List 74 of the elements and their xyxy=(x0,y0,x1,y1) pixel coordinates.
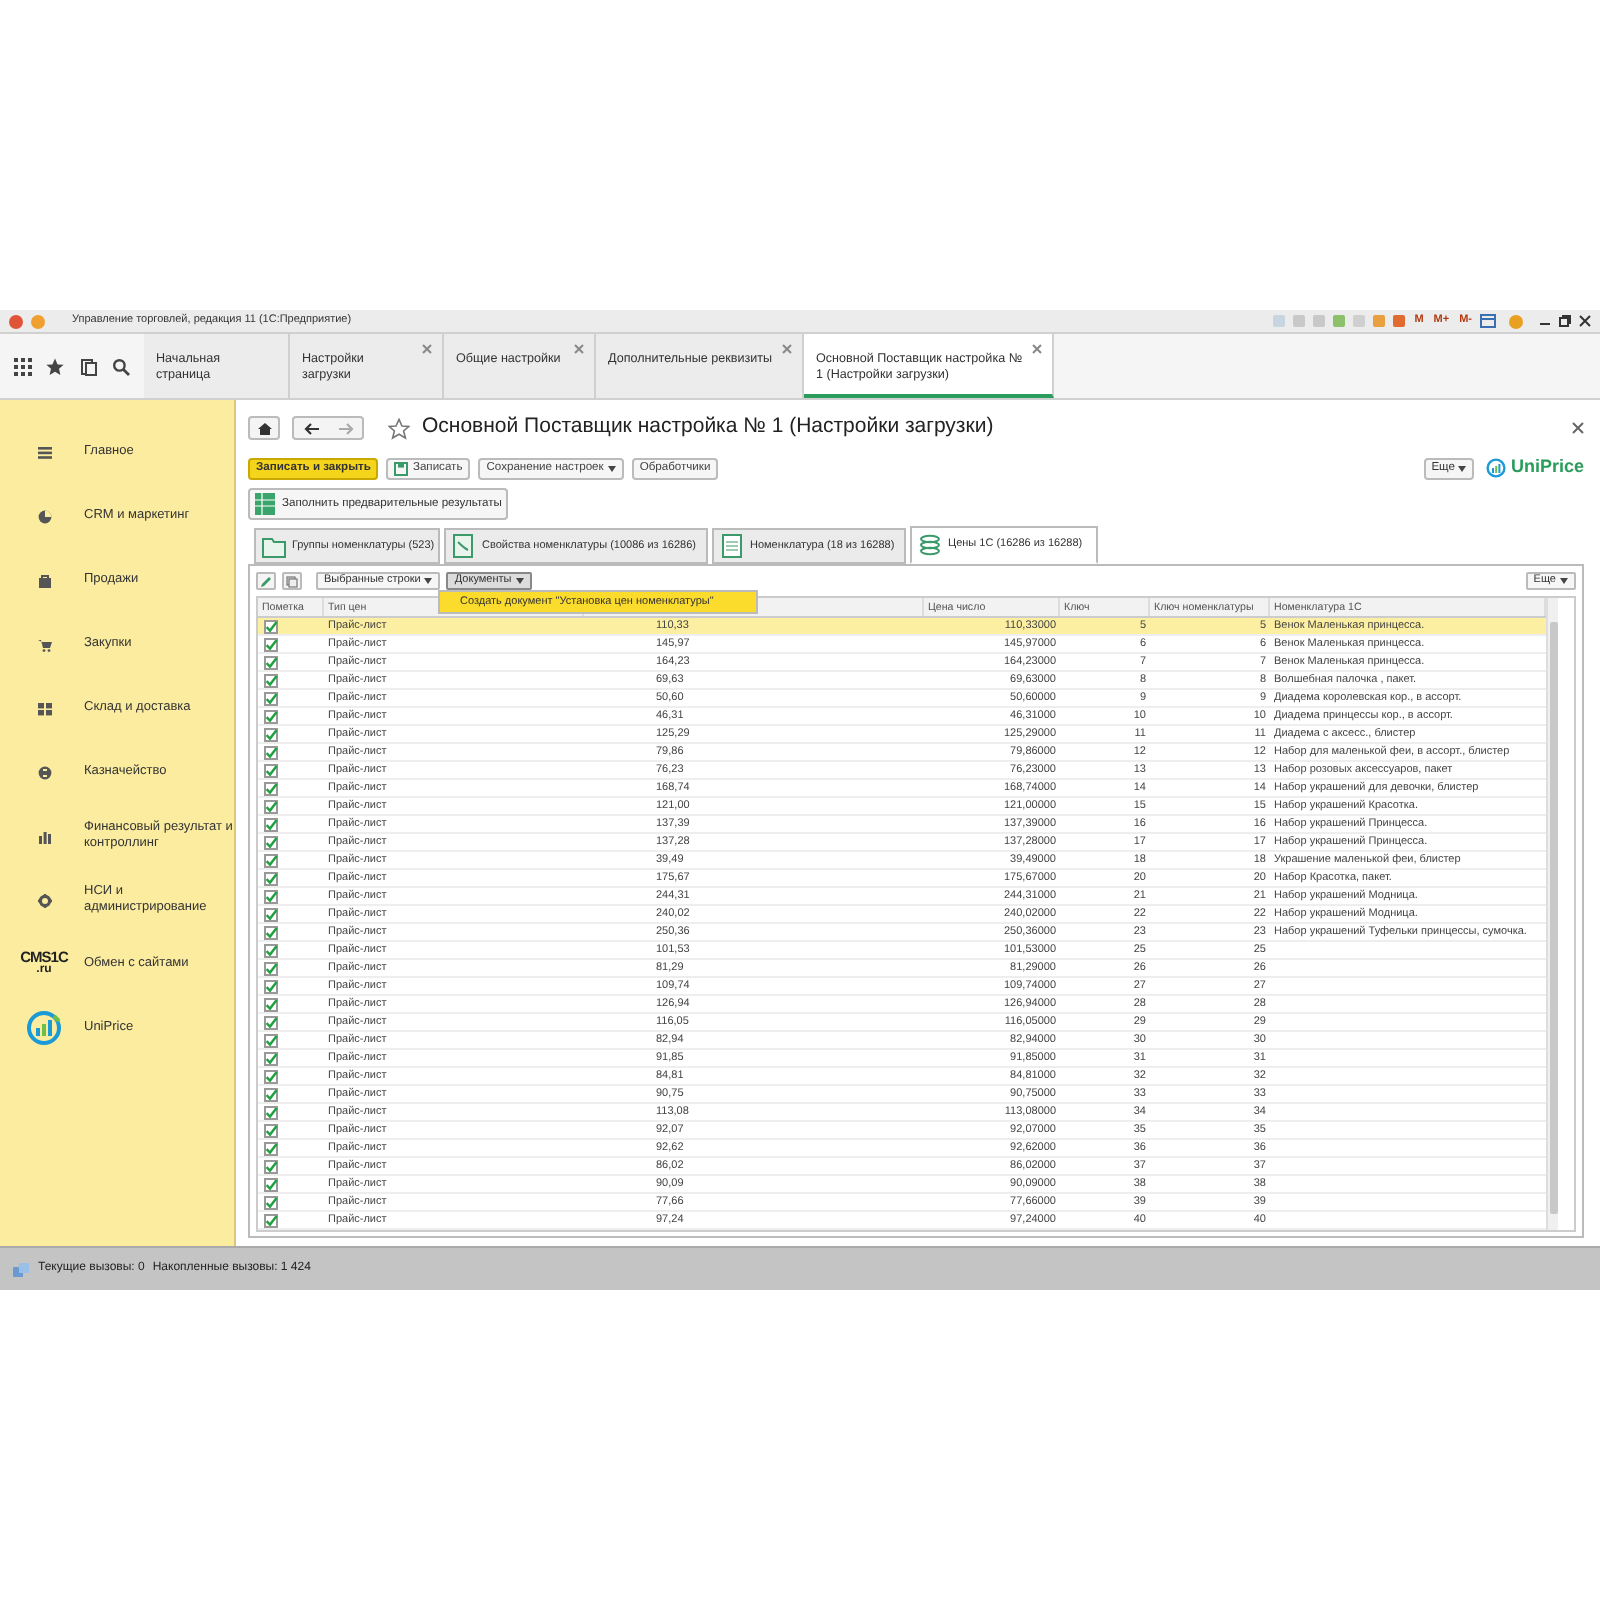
checkbox[interactable] xyxy=(264,1195,278,1209)
history-icon[interactable] xyxy=(79,357,98,375)
apps-grid-icon[interactable] xyxy=(13,357,32,375)
checkbox[interactable] xyxy=(264,799,278,813)
caret-icon xyxy=(515,578,524,584)
checkbox[interactable] xyxy=(264,637,278,651)
form-title: Основной Поставщик настройка № 1 (Настройки загрузки) xyxy=(422,412,994,443)
checkbox[interactable] xyxy=(264,997,278,1011)
pie-chart-icon xyxy=(37,509,51,523)
bar-chart-icon xyxy=(37,829,51,843)
checkbox[interactable] xyxy=(264,835,278,849)
checkbox[interactable] xyxy=(264,961,278,975)
coins-icon xyxy=(918,533,942,557)
gear-icon xyxy=(37,893,51,907)
search-icon[interactable] xyxy=(112,357,131,375)
checkbox[interactable] xyxy=(264,709,278,723)
checkbox[interactable] xyxy=(264,1015,278,1029)
caret-icon xyxy=(1458,465,1467,471)
coin-icon xyxy=(37,765,51,779)
folder-icon xyxy=(262,534,286,558)
checkbox[interactable] xyxy=(264,853,278,867)
star-outline-icon[interactable] xyxy=(388,417,410,439)
checkbox[interactable] xyxy=(264,1123,278,1137)
checkbox[interactable] xyxy=(264,871,278,885)
checkbox[interactable] xyxy=(264,1141,278,1155)
checkbox[interactable] xyxy=(264,1087,278,1101)
checkbox[interactable] xyxy=(264,763,278,777)
caret-icon xyxy=(424,578,433,584)
spreadsheet-icon xyxy=(254,492,276,516)
checkbox[interactable] xyxy=(264,1105,278,1119)
home-button[interactable] xyxy=(248,416,280,440)
toolbar-button[interactable] xyxy=(282,572,302,590)
restore-icon[interactable] xyxy=(1558,314,1572,328)
checkbox[interactable] xyxy=(264,691,278,705)
checkbox[interactable] xyxy=(264,619,278,633)
shopping-bag-icon xyxy=(37,573,51,587)
caret-icon xyxy=(1560,578,1568,584)
toolbar-button[interactable] xyxy=(256,572,276,590)
forward-arrow-icon[interactable] xyxy=(337,421,353,435)
star-icon[interactable] xyxy=(46,357,65,375)
checkbox[interactable] xyxy=(264,727,278,741)
home-icon xyxy=(257,421,271,435)
calls-icon[interactable] xyxy=(12,1261,30,1277)
chart-logo-icon xyxy=(1486,458,1507,478)
checkbox[interactable] xyxy=(264,745,278,759)
checkbox[interactable] xyxy=(264,889,278,903)
checkbox[interactable] xyxy=(264,943,278,957)
chart-logo-icon xyxy=(26,1010,62,1046)
cart-icon xyxy=(37,637,51,651)
checkbox[interactable] xyxy=(264,925,278,939)
checkbox[interactable] xyxy=(264,907,278,921)
checkbox[interactable] xyxy=(264,979,278,993)
document-icon xyxy=(452,534,476,558)
navigation-buttons[interactable] xyxy=(292,416,364,440)
checkbox[interactable] xyxy=(264,673,278,687)
checkbox[interactable] xyxy=(264,1213,278,1227)
checkbox[interactable] xyxy=(264,1033,278,1047)
scrollbar[interactable] xyxy=(1546,598,1558,1230)
checkbox[interactable] xyxy=(264,1177,278,1191)
pencil-icon xyxy=(260,575,272,587)
checkbox[interactable] xyxy=(264,1069,278,1083)
checkbox[interactable] xyxy=(264,1159,278,1173)
save-icon xyxy=(394,461,409,475)
checkbox[interactable] xyxy=(264,1051,278,1065)
document-icon xyxy=(720,534,744,558)
checkbox[interactable] xyxy=(264,817,278,831)
checkbox[interactable] xyxy=(264,781,278,795)
checkbox[interactable] xyxy=(264,655,278,669)
copy-icon xyxy=(286,575,298,587)
panel-icon[interactable] xyxy=(1480,314,1496,328)
caret-icon xyxy=(607,465,616,471)
back-arrow-icon[interactable] xyxy=(303,421,319,435)
brand-name: UniPrice xyxy=(1510,454,1584,481)
warehouse-icon xyxy=(37,701,51,715)
